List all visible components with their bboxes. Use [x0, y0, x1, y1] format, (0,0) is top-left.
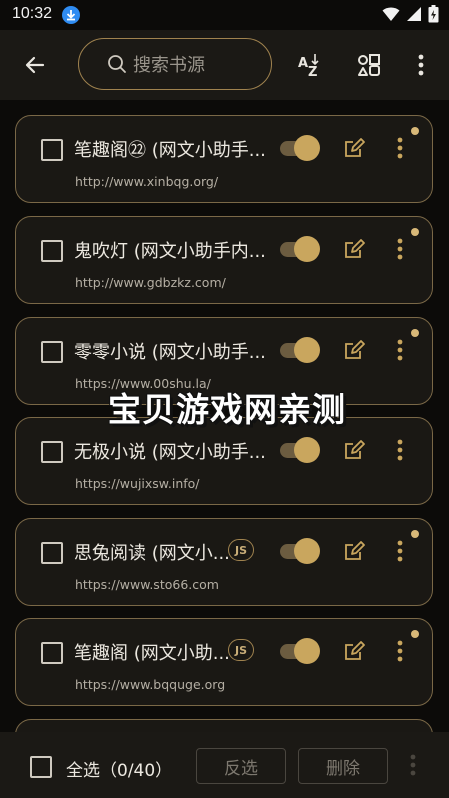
js-badge: JS: [228, 539, 254, 561]
source-more-button[interactable]: [397, 640, 403, 666]
sort-button[interactable]: A Z: [290, 48, 328, 82]
status-time: 10:32: [12, 5, 53, 22]
group-icon: [358, 54, 380, 76]
update-dot: [411, 228, 419, 236]
svg-text:A: A: [298, 56, 308, 71]
more-vertical-icon: [397, 137, 403, 159]
edit-icon: [345, 239, 365, 258]
source-more-button[interactable]: [397, 238, 403, 264]
edit-icon: [345, 340, 365, 359]
toolbar: 搜索书源 A Z: [0, 30, 449, 100]
delete-button[interactable]: 删除: [298, 748, 388, 784]
update-dot: [411, 127, 419, 135]
edit-button[interactable]: [343, 238, 365, 264]
source-title: 笔趣阁㉒ (网文小助手...: [74, 140, 266, 161]
source-enable-toggle[interactable]: [280, 638, 320, 664]
source-card[interactable]: 笔趣阁 (网文小助... JS https://www.bqquge.org: [15, 618, 433, 706]
source-enable-toggle[interactable]: [280, 337, 320, 363]
source-url: http://www.xinbqg.org/: [75, 174, 219, 189]
more-vertical-icon: [397, 540, 403, 562]
select-all-checkbox[interactable]: [30, 756, 52, 778]
edit-icon: [345, 641, 365, 660]
status-icons: [382, 5, 439, 23]
edit-icon: [345, 440, 365, 459]
edit-button[interactable]: [343, 137, 365, 163]
more-vertical-icon: [397, 439, 403, 461]
js-badge: JS: [228, 639, 254, 661]
source-url: https://www.sto66.com: [75, 577, 219, 592]
more-vertical-icon: [397, 238, 403, 260]
source-enable-toggle[interactable]: [280, 437, 320, 463]
source-more-button[interactable]: [397, 137, 403, 163]
search-icon: [108, 55, 126, 73]
update-dot: [411, 329, 419, 337]
source-url: https://www.bqquge.org: [75, 677, 226, 692]
source-more-button[interactable]: [397, 540, 403, 566]
edit-button[interactable]: [343, 640, 365, 666]
source-card[interactable]: [15, 719, 433, 732]
source-checkbox[interactable]: [41, 642, 63, 664]
source-title: 零零小说 (网文小助手...: [74, 342, 266, 363]
wifi-icon: [382, 7, 400, 21]
source-checkbox[interactable]: [41, 341, 63, 363]
more-vertical-icon: [418, 54, 424, 76]
group-button[interactable]: [350, 48, 388, 82]
source-card[interactable]: 笔趣阁㉒ (网文小助手... http://www.xinbqg.org/: [15, 115, 433, 203]
source-more-button[interactable]: [397, 439, 403, 465]
source-enable-toggle[interactable]: [280, 135, 320, 161]
sort-az-icon: A Z: [298, 54, 319, 79]
edit-button[interactable]: [343, 339, 365, 365]
battery-charging-icon: [428, 5, 439, 23]
more-vertical-icon: [410, 754, 416, 776]
more-vertical-icon: [397, 640, 403, 662]
search-input[interactable]: 搜索书源: [78, 38, 272, 90]
update-dot: [411, 530, 419, 538]
source-title: 无极小说 (网文小助手...: [74, 442, 266, 463]
more-vertical-icon: [397, 339, 403, 361]
source-url: https://wujixsw.info/: [75, 476, 200, 491]
bottom-more-button[interactable]: [410, 754, 416, 780]
select-all-label[interactable]: 全选（0/40）: [66, 756, 172, 781]
edit-button[interactable]: [343, 439, 365, 465]
watermark-text: 宝贝游戏网亲测: [108, 390, 346, 429]
source-checkbox[interactable]: [41, 441, 63, 463]
overflow-menu-button[interactable]: [408, 48, 434, 82]
source-checkbox[interactable]: [41, 542, 63, 564]
source-title: 思兔阅读 (网文小...: [74, 543, 230, 564]
status-bar: 10:32: [0, 0, 449, 30]
download-notification-icon: [62, 6, 80, 24]
search-placeholder: 搜索书源: [133, 55, 205, 76]
source-title: 笔趣阁 (网文小助...: [74, 643, 230, 664]
source-card[interactable]: 思兔阅读 (网文小... JS https://www.sto66.com: [15, 518, 433, 606]
source-title: 鬼吹灯 (网文小助手内...: [74, 241, 266, 262]
source-checkbox[interactable]: [41, 139, 63, 161]
edit-icon: [345, 541, 365, 560]
invert-selection-button[interactable]: 反选: [196, 748, 286, 784]
bottom-action-bar: 全选（0/40） 反选 删除: [0, 732, 449, 798]
source-enable-toggle[interactable]: [280, 236, 320, 262]
svg-text:Z: Z: [308, 65, 317, 79]
source-url: http://www.gdbzkz.com/: [75, 275, 226, 290]
cell-signal-icon: [407, 7, 421, 21]
back-button[interactable]: [18, 48, 52, 82]
update-dot: [411, 630, 419, 638]
source-card[interactable]: 鬼吹灯 (网文小助手内... http://www.gdbzkz.com/: [15, 216, 433, 304]
edit-icon: [345, 138, 365, 157]
source-enable-toggle[interactable]: [280, 538, 320, 564]
source-more-button[interactable]: [397, 339, 403, 365]
arrow-left-icon: [25, 56, 45, 74]
source-checkbox[interactable]: [41, 240, 63, 262]
edit-button[interactable]: [343, 540, 365, 566]
